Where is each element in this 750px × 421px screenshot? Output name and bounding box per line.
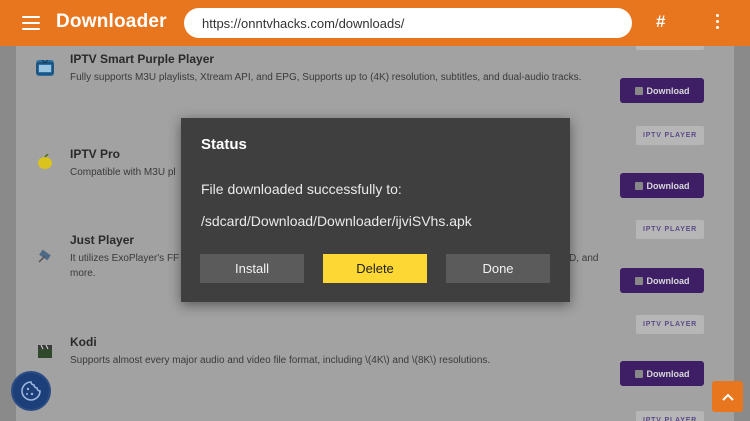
delete-button[interactable]: Delete: [323, 254, 427, 283]
file-path: /sdcard/Download/Downloader/ijviSVhs.apk: [201, 213, 472, 229]
download-button[interactable]: Download: [620, 173, 704, 198]
download-label: Download: [646, 180, 690, 191]
url-input[interactable]: https://onntvhacks.com/downloads/: [184, 8, 632, 38]
hamburger-menu-icon[interactable]: [22, 16, 40, 30]
more-options-icon[interactable]: [716, 14, 720, 32]
category-tag[interactable]: IPTV PLAYER: [636, 126, 704, 145]
dialog-title: Status: [201, 136, 247, 153]
install-button[interactable]: Install: [200, 254, 304, 283]
category-tag-partial[interactable]: IPTV PLAYER: [636, 411, 704, 421]
scroll-to-top-button[interactable]: [712, 381, 743, 412]
download-label: Download: [646, 85, 690, 96]
download-icon: [634, 276, 643, 285]
app-description-continued: more.: [70, 268, 96, 279]
app-description: Fully supports M3U playlists, Xtream API…: [70, 72, 582, 83]
status-dialog: Status File downloaded successfully to: …: [181, 118, 570, 302]
cookie-settings-button[interactable]: [11, 371, 51, 411]
app-title: Downloader: [56, 11, 167, 32]
download-label: Download: [646, 368, 690, 379]
cookie-icon: [21, 381, 41, 401]
category-tag[interactable]: IPTV PLAYER: [636, 220, 704, 239]
download-icon: [634, 369, 643, 378]
app-description-tail: D, and: [569, 253, 599, 264]
app-name[interactable]: Kodi: [70, 335, 97, 349]
category-tag[interactable]: IPTV PLAYER: [636, 315, 704, 334]
chevron-up-icon: [721, 393, 734, 401]
hash-icon[interactable]: #: [656, 12, 665, 32]
app-name[interactable]: IPTV Smart Purple Player: [70, 52, 214, 66]
download-button[interactable]: Download: [620, 268, 704, 293]
lemon-icon: [36, 153, 54, 170]
app-bar: Downloader https://onntvhacks.com/downlo…: [0, 0, 750, 46]
app-description: Supports almost every major audio and vi…: [70, 355, 491, 366]
satellite-icon: [36, 248, 54, 264]
download-icon: [634, 86, 643, 95]
download-button[interactable]: Download: [620, 361, 704, 386]
download-button[interactable]: Download: [620, 78, 704, 103]
done-button[interactable]: Done: [446, 254, 550, 283]
download-icon: [634, 181, 643, 190]
clapperboard-icon: [36, 343, 54, 359]
download-label: Download: [646, 275, 690, 286]
app-name[interactable]: IPTV Pro: [70, 147, 120, 161]
dialog-message: File downloaded successfully to:: [201, 181, 402, 197]
tv-icon: [36, 59, 54, 76]
app-name[interactable]: Just Player: [70, 233, 134, 247]
